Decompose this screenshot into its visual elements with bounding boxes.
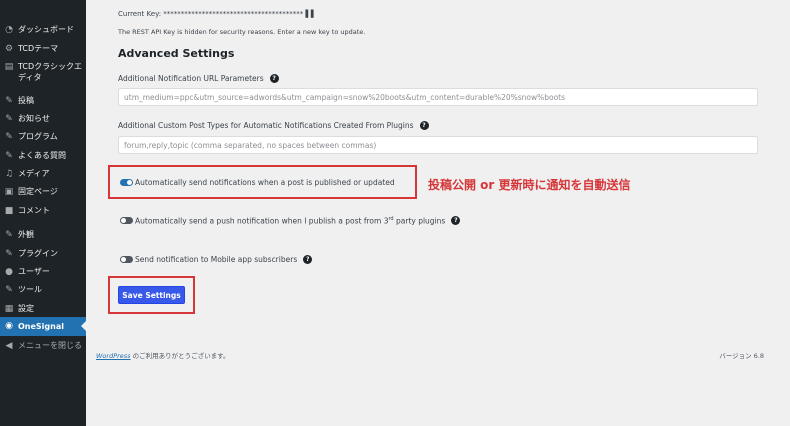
save-settings-button[interactable]: Save Settings <box>118 286 185 304</box>
pin-icon: ✎ <box>5 131 13 142</box>
pin-icon: ✎ <box>5 95 13 106</box>
pin-icon: ✎ <box>5 113 13 124</box>
pin-icon: ✎ <box>5 150 13 161</box>
sidebar-item-label: ダッシュボード <box>18 25 74 34</box>
url-params-placeholder: utm_medium=ppc&utm_source=adwords&utm_ca… <box>124 92 566 102</box>
main-content: Current Key: ***************************… <box>86 0 790 426</box>
sidebar-item-news[interactable]: ✎ お知らせ <box>0 113 86 124</box>
sidebar-item-label: メディア <box>18 169 50 178</box>
sidebar-item-label: よくある質問 <box>18 151 66 160</box>
dashboard-icon: ◔ <box>5 24 13 35</box>
push-toggle-row[interactable]: Automatically send a push notification w… <box>120 216 461 226</box>
sidebar-item-tcd-classic-editor[interactable]: ▤ TCDクラシックエディタ <box>0 61 86 83</box>
post-types-label-row: Additional Custom Post Types for Automat… <box>118 121 429 130</box>
sidebar-item-onesignal[interactable]: ◉ OneSignal <box>0 317 86 336</box>
help-icon[interactable]: ? <box>269 74 279 83</box>
sidebar-item-tcd-theme[interactable]: ⚙ TCDテーマ <box>0 43 86 54</box>
mobile-toggle[interactable] <box>120 256 133 263</box>
sidebar-item-dashboard[interactable]: ◔ ダッシュボード <box>0 24 86 35</box>
sidebar-item-media[interactable]: ♫ メディア <box>0 168 86 179</box>
sidebar-item-plugins[interactable]: ✎ プラグイン <box>0 248 86 259</box>
push-toggle[interactable] <box>120 217 133 225</box>
toggle-knob <box>121 257 126 262</box>
toggle-knob <box>127 180 132 185</box>
sidebar-item-label: 固定ページ <box>18 187 58 196</box>
sidebar-item-label: コメント <box>18 206 50 215</box>
footer-thanks-text: のご利用ありがとうございます。 <box>130 352 230 360</box>
appearance-icon: ✎ <box>5 229 13 240</box>
sidebar-item-posts[interactable]: ✎ 投稿 <box>0 95 86 106</box>
sidebar-item-program[interactable]: ✎ プログラム <box>0 131 86 142</box>
collapse-menu-button[interactable]: ◀ メニューを閉じる <box>0 340 86 351</box>
sidebar-item-pages[interactable]: ▣ 固定ページ <box>0 186 86 197</box>
sidebar-item-label: ツール <box>18 285 42 294</box>
wordpress-link[interactable]: WordPress <box>96 352 131 360</box>
sidebar-item-faq[interactable]: ✎ よくある質問 <box>0 150 86 161</box>
sidebar-item-tools[interactable]: ✎ ツール <box>0 284 86 295</box>
plugin-icon: ✎ <box>5 248 13 259</box>
sidebar-item-label: 外観 <box>18 230 34 239</box>
help-icon[interactable]: ? <box>451 216 461 226</box>
admin-sidebar: ◔ ダッシュボード ⚙ TCDテーマ ▤ TCDクラシックエディタ ✎ 投稿 ✎… <box>0 0 86 426</box>
settings-icon: ▦ <box>4 303 14 314</box>
onesignal-icon: ◉ <box>5 321 13 331</box>
sidebar-item-label: TCDクラシックエディタ <box>18 62 83 82</box>
sidebar-item-label: お知らせ <box>18 114 50 123</box>
collapse-icon: ◀ <box>5 340 13 351</box>
sidebar-item-label: TCDテーマ <box>18 44 59 53</box>
help-icon[interactable]: ? <box>419 121 429 130</box>
mobile-label: Send notification to Mobile app subscrib… <box>135 255 298 264</box>
auto-send-label: Automatically send notifications when a … <box>135 178 395 187</box>
page-icon: ▣ <box>4 186 14 197</box>
current-key-mask: ****************************************… <box>163 10 317 18</box>
section-title: Advanced Settings <box>118 47 235 60</box>
user-icon: ● <box>5 266 13 277</box>
mobile-toggle-row[interactable]: Send notification to Mobile app subscrib… <box>120 255 313 264</box>
sidebar-item-label: OneSignal <box>18 322 64 331</box>
editor-icon: ▤ <box>4 61 14 72</box>
wrench-icon: ✎ <box>5 284 13 295</box>
annotation-text: 投稿公開 or 更新時に通知を自動送信 <box>428 178 631 192</box>
sidebar-item-users[interactable]: ● ユーザー <box>0 266 86 277</box>
url-params-label: Additional Notification URL Parameters <box>118 74 264 83</box>
auto-send-toggle-row[interactable]: Automatically send notifications when a … <box>120 178 395 187</box>
current-key-label: Current Key: <box>118 10 162 18</box>
sidebar-item-label: メニューを閉じる <box>18 341 82 350</box>
sidebar-item-comments[interactable]: ■ コメント <box>0 205 86 216</box>
current-key-row: Current Key: ***************************… <box>118 10 316 18</box>
url-params-input[interactable]: utm_medium=ppc&utm_source=adwords&utm_ca… <box>118 88 758 106</box>
post-types-placeholder: forum,reply,topic (comma separated, no s… <box>124 140 377 150</box>
sidebar-item-label: 設定 <box>18 304 34 313</box>
toggle-knob <box>121 218 126 224</box>
sidebar-item-label: プログラム <box>18 132 58 141</box>
media-icon: ♫ <box>4 168 14 179</box>
push-label: Automatically send a push notification w… <box>135 216 445 226</box>
push-label-pre: Automatically send a push notification w… <box>135 216 389 226</box>
post-types-label: Additional Custom Post Types for Automat… <box>118 121 414 130</box>
sidebar-item-label: プラグイン <box>18 249 58 258</box>
footer-version: バージョン 6.8 <box>719 352 764 360</box>
sidebar-item-appearance[interactable]: ✎ 外観 <box>0 229 86 240</box>
url-params-label-row: Additional Notification URL Parameters ? <box>118 74 279 83</box>
key-hint-text: The REST API Key is hidden for security … <box>118 28 366 36</box>
sidebar-item-label: ユーザー <box>18 267 50 276</box>
push-label-post: party plugins <box>393 216 446 226</box>
footer-thanks: WordPress のご利用ありがとうございます。 <box>96 350 230 360</box>
post-types-input[interactable]: forum,reply,topic (comma separated, no s… <box>118 136 758 154</box>
gear-icon: ⚙ <box>4 43 14 54</box>
comment-icon: ■ <box>4 205 14 216</box>
help-icon[interactable]: ? <box>303 255 313 264</box>
auto-send-toggle[interactable] <box>120 179 133 186</box>
sidebar-item-settings[interactable]: ▦ 設定 <box>0 303 86 314</box>
sidebar-item-label: 投稿 <box>18 96 34 105</box>
